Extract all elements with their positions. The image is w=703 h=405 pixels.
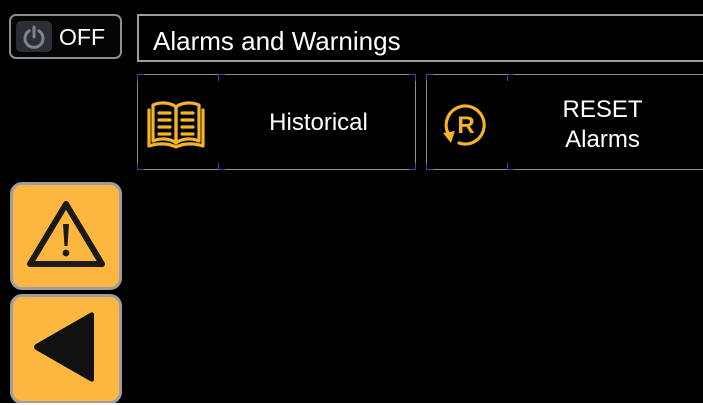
tile-corner-mark: [507, 163, 514, 170]
tile-corner-mark: [137, 74, 144, 81]
tile-corner-mark: [409, 163, 416, 170]
alarms-warning-button[interactable]: [10, 182, 122, 290]
reset-alarms-label: RESET Alarms: [517, 95, 688, 155]
historical-button[interactable]: Historical: [137, 74, 416, 170]
tile-corner-mark: [507, 74, 514, 81]
power-state-label: OFF: [59, 24, 105, 50]
reset-label-line2: Alarms: [565, 126, 640, 153]
reset-r-icon: R: [435, 99, 495, 149]
tile-corner-mark: [426, 74, 433, 81]
page-title: Alarms and Warnings: [153, 26, 401, 56]
reset-label-line1: RESET: [562, 96, 643, 123]
back-arrow-icon: [28, 309, 104, 390]
tile-corner-mark: [409, 74, 416, 81]
tile-corner-mark: [218, 74, 225, 81]
historical-label: Historical: [269, 109, 368, 136]
power-off-button[interactable]: OFF: [9, 14, 122, 59]
page-title-bar: Alarms and Warnings: [137, 14, 703, 62]
back-button[interactable]: [10, 294, 122, 403]
warning-triangle-icon: [24, 198, 108, 275]
svg-text:R: R: [457, 112, 474, 139]
tile-corner-mark: [137, 163, 144, 170]
tile-corner-mark: [218, 163, 225, 170]
power-icon: [16, 21, 52, 52]
hmi-screen: OFF Alarms and Warnings Historical R RES…: [0, 0, 703, 403]
tile-corner-mark: [426, 163, 433, 170]
reset-alarms-button[interactable]: R RESET Alarms: [426, 74, 703, 170]
open-book-icon: [146, 99, 206, 149]
